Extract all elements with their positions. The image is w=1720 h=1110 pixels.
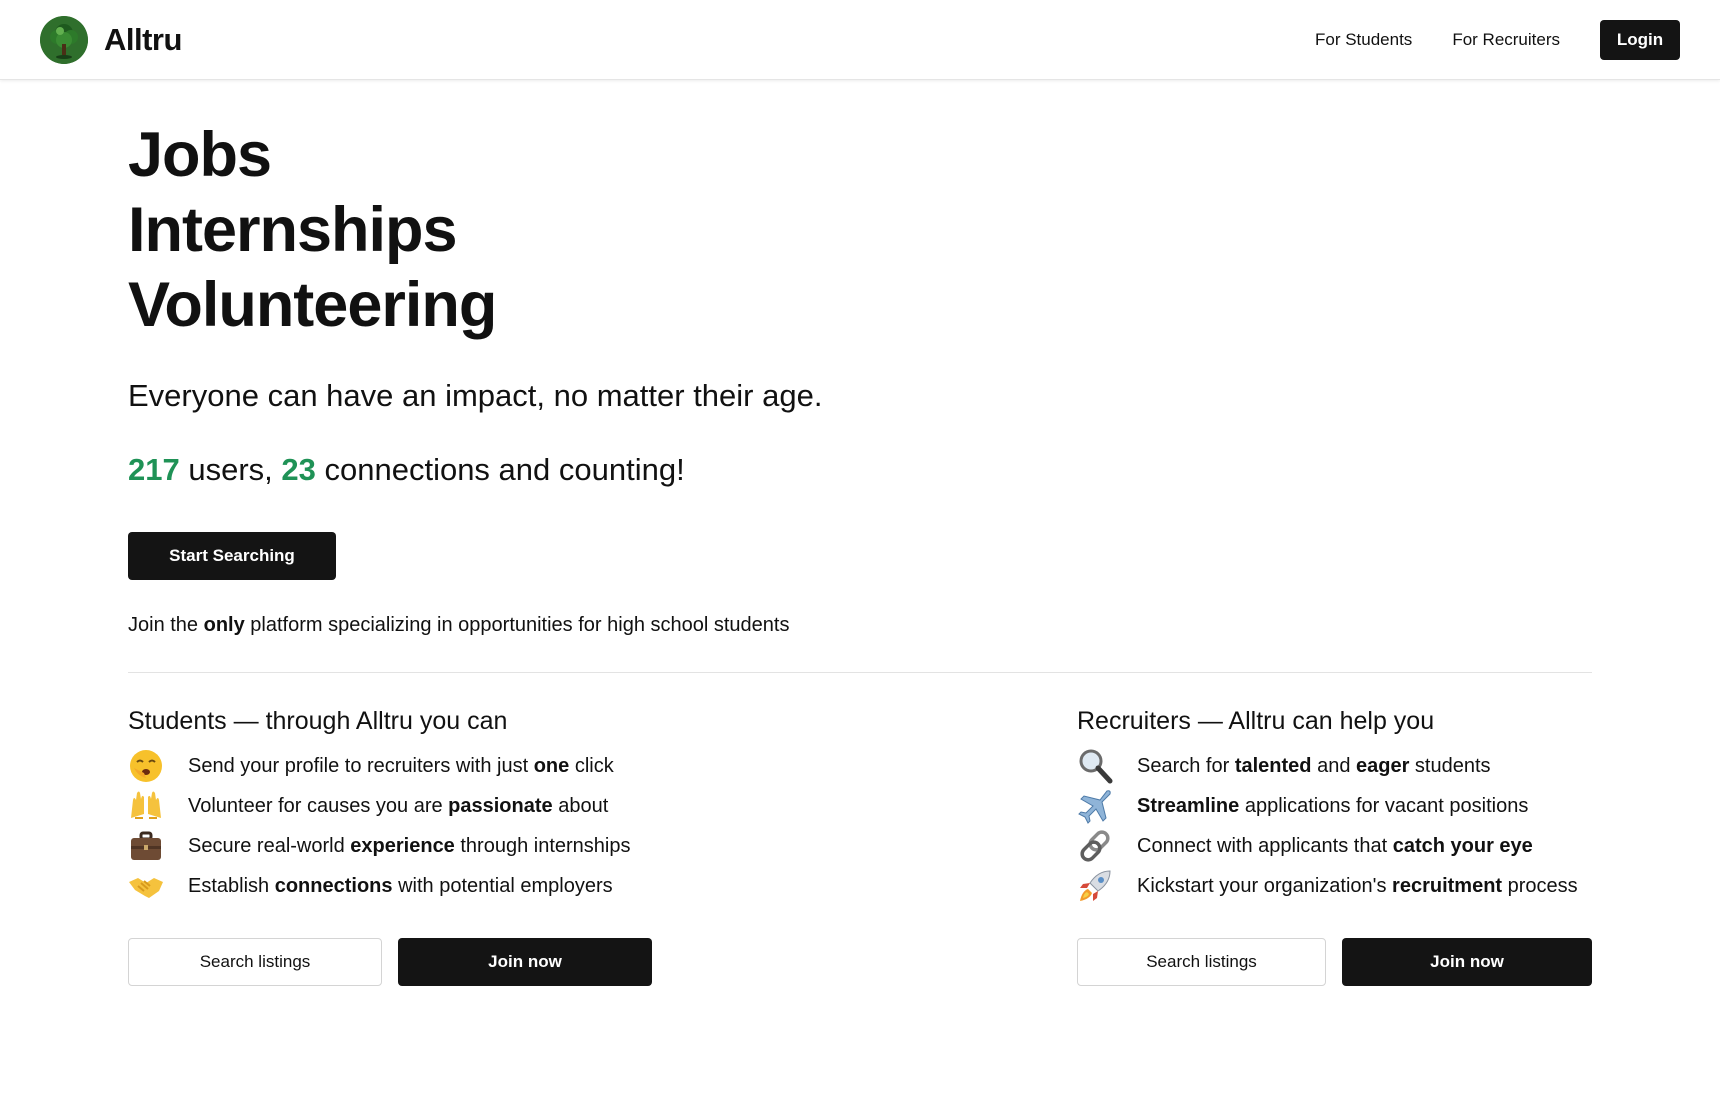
- brand-name: Alltru: [104, 22, 182, 57]
- recruiters-title: Recruiters — Alltru can help you: [1077, 707, 1435, 735]
- users-suffix: users,: [179, 452, 282, 487]
- feature-text: Connect with applicants that catch your …: [1137, 835, 1533, 858]
- feature-text: Search for talented and eager students: [1137, 755, 1491, 778]
- feature-text-bold: recruitment: [1392, 874, 1503, 897]
- feature-text-middle: and: [1311, 754, 1356, 777]
- headline-internships: Internships: [128, 195, 458, 265]
- students-section: Students — through Alltru you can Send y…: [128, 704, 668, 986]
- feature-text-bold: talented: [1234, 754, 1312, 777]
- feature-text: Send your profile to recruiters with jus…: [188, 755, 614, 778]
- login-button[interactable]: Login: [1600, 20, 1680, 60]
- recruiters-search-listings-button[interactable]: Search listings: [1077, 938, 1326, 986]
- feature-text-before: Connect with applicants that: [1137, 834, 1393, 857]
- briefcase-icon: [128, 828, 164, 864]
- nav-for-students[interactable]: For Students: [1315, 30, 1412, 50]
- students-feature: Establish connections with potential emp…: [128, 866, 668, 906]
- main-nav: For Students For Recruiters Login: [1315, 20, 1680, 60]
- tree-icon: [40, 16, 88, 64]
- nav-for-recruiters[interactable]: For Recruiters: [1452, 30, 1560, 50]
- feature-text-before: Search for: [1137, 754, 1235, 777]
- feature-text-after: click: [569, 754, 614, 777]
- feature-text-after: through internships: [454, 834, 631, 857]
- top-navigation-bar: Alltru For Students For Recruiters Login: [0, 0, 1720, 80]
- feature-text-bold: Streamline: [1137, 794, 1240, 817]
- join-line-bold: only: [203, 614, 245, 636]
- recruiters-feature: Search for talented and eager students: [1077, 746, 1592, 786]
- feature-text-after: process: [1502, 874, 1578, 897]
- link-icon: [1077, 828, 1113, 864]
- platform-description: Join the only platform specializing in o…: [128, 614, 789, 637]
- section-divider: [128, 672, 1592, 673]
- feature-text-before: Establish: [188, 874, 275, 897]
- recruiters-feature: Connect with applicants that catch your …: [1077, 826, 1592, 866]
- tagline: Everyone can have an impact, no matter t…: [128, 378, 823, 413]
- feature-text-after: applications for vacant positions: [1239, 794, 1529, 817]
- feature-text-after: with potential employers: [392, 874, 613, 897]
- recruiters-section: Recruiters — Alltru can help you Search …: [1077, 704, 1592, 986]
- airplane-icon: [1077, 788, 1113, 824]
- recruiters-join-now-button[interactable]: Join now: [1342, 938, 1592, 986]
- brand[interactable]: Alltru: [40, 16, 182, 64]
- students-title: Students — through Alltru you can: [128, 707, 508, 735]
- feature-text: Volunteer for causes you are passionate …: [188, 795, 608, 818]
- feature-text-before: Secure real-world: [188, 834, 351, 857]
- feature-text-after: students: [1409, 754, 1491, 777]
- feature-text: Secure real-world experience through int…: [188, 835, 630, 858]
- feature-text-bold: experience: [350, 834, 455, 857]
- raised-hands-icon: [128, 788, 164, 824]
- yawning-face-icon: [128, 748, 164, 784]
- feature-text-bold: passionate: [448, 794, 553, 817]
- feature-text: Streamline applications for vacant posit…: [1137, 795, 1528, 818]
- feature-text: Kickstart your organization's recruitmen…: [1137, 875, 1578, 898]
- recruiters-actions: Search listings Join now: [1077, 938, 1592, 986]
- students-join-now-button[interactable]: Join now: [398, 938, 652, 986]
- feature-text-bold: one: [533, 754, 570, 777]
- students-actions: Search listings Join now: [128, 938, 668, 986]
- connections-suffix: connections and counting!: [315, 452, 685, 487]
- join-line-before: Join the: [128, 614, 204, 636]
- recruiters-feature: Streamline applications for vacant posit…: [1077, 786, 1592, 826]
- hero-headline: Jobs Internships Volunteering: [128, 118, 1592, 343]
- rocket-icon: [1077, 868, 1113, 904]
- connections-count: 23: [281, 452, 316, 487]
- headline-volunteering: Volunteering: [128, 270, 497, 340]
- magnifying-glass-icon: [1077, 748, 1113, 784]
- students-feature: Send your profile to recruiters with jus…: [128, 746, 668, 786]
- feature-text-before: Kickstart your organization's: [1137, 874, 1393, 897]
- stats-line: 217 users, 23 connections and counting!: [128, 452, 685, 488]
- users-count: 217: [128, 452, 180, 487]
- students-search-listings-button[interactable]: Search listings: [128, 938, 382, 986]
- feature-text-after: about: [552, 794, 609, 817]
- students-feature: Secure real-world experience through int…: [128, 826, 668, 866]
- feature-text-before: Send your profile to recruiters with jus…: [188, 754, 534, 777]
- headline-jobs: Jobs: [128, 120, 272, 190]
- start-searching-button[interactable]: Start Searching: [128, 532, 336, 580]
- feature-text: Establish connections with potential emp…: [188, 875, 613, 898]
- feature-text-before: Volunteer for causes you are: [188, 794, 449, 817]
- feature-text-bold: catch your eye: [1392, 834, 1533, 857]
- students-feature: Volunteer for causes you are passionate …: [128, 786, 668, 826]
- feature-text-bold: connections: [274, 874, 393, 897]
- join-line-after: platform specializing in opportunities f…: [244, 614, 790, 636]
- recruiters-feature: Kickstart your organization's recruitmen…: [1077, 866, 1592, 906]
- feature-text-bold-2: eager: [1356, 754, 1410, 777]
- handshake-icon: [128, 868, 164, 904]
